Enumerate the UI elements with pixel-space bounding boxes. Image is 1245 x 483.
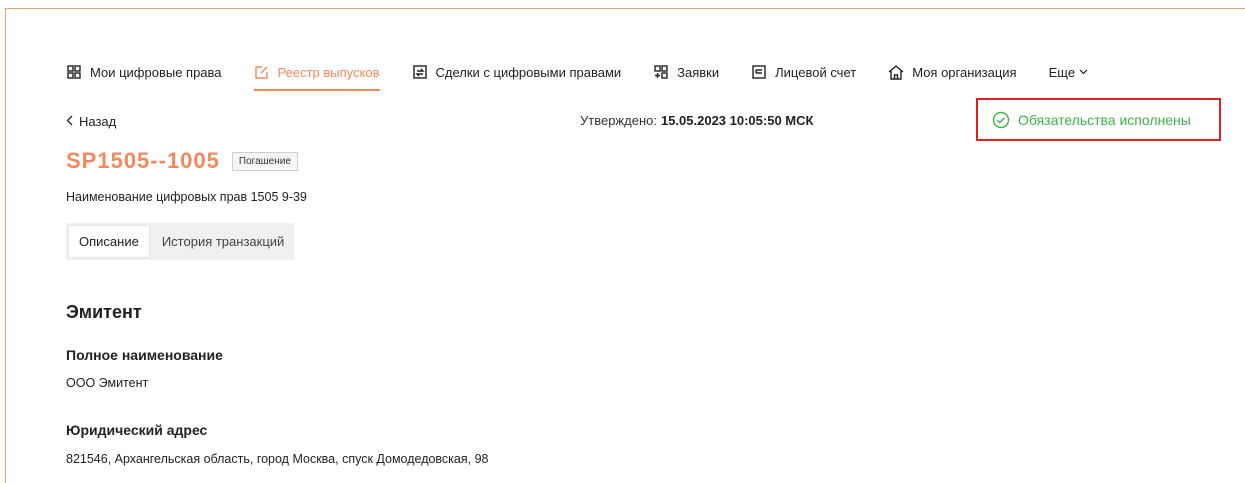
back-link[interactable]: Назад [66,113,116,129]
field-value-legal-address: 821546, Архангельская область, город Мос… [66,452,489,466]
nav-more-label: Еще [1048,64,1076,80]
nav-item-label: Сделки с цифровыми правами [435,64,622,80]
account-icon [751,64,767,80]
nav-item-my-organization[interactable]: Моя организация [888,61,1017,83]
nav-item-label: Лицевой счет [775,64,857,80]
nav-item-my-rights[interactable]: Мои цифровые права [66,61,222,83]
nav-item-requests[interactable]: Заявки [653,61,719,83]
approved-value: 15.05.2023 10:05:50 МСК [660,113,814,128]
status-label: Обязательства исполнены [1018,111,1191,128]
nav-more-dropdown[interactable]: Еще [1049,61,1088,83]
type-badge: Погашение [231,151,298,171]
approved-label: Утверждено: [580,113,657,128]
top-nav: Мои цифровые права Реестр выпусков Сделк… [66,61,1088,91]
home-icon [888,64,904,80]
field-label-full-name: Полное наименование [66,347,223,363]
nav-item-label: Моя организация [912,64,1017,80]
rights-name: Наименование цифровых прав 1505 9-39 [66,190,307,204]
title-row: SP1505--1005 Погашение [66,148,298,174]
exchange-icon [412,64,428,80]
status-badge: Обязательства исполнены [976,98,1221,141]
back-label: Назад [79,113,117,129]
check-circle-icon [992,111,1010,129]
field-label-legal-address: Юридический адрес [66,422,208,438]
field-value-full-name: ООО Эмитент [66,376,149,390]
nav-item-label: Реестр выпусков [277,64,380,80]
tab-transaction-history[interactable]: История транзакций [152,223,294,260]
nav-item-label: Заявки [677,64,720,80]
approved-info: Утверждено: 15.05.2023 10:05:50 МСК [580,113,813,128]
nav-item-label: Мои цифровые права [90,64,222,80]
nav-item-deals[interactable]: Сделки с цифровыми правами [412,61,622,83]
grid-icon [66,64,82,80]
nav-item-issues-registry[interactable]: Реестр выпусков [253,61,380,91]
chevron-left-icon [66,113,73,129]
tabs: Описание История транзакций [66,223,295,260]
edit-icon [254,64,270,80]
chevron-down-icon [1079,67,1088,78]
add-grid-icon [653,64,669,80]
tab-description[interactable]: Описание [68,225,150,258]
page-title: SP1505--1005 [66,148,220,173]
nav-item-account[interactable]: Лицевой счет [751,61,856,83]
section-title-issuer: Эмитент [66,302,142,322]
